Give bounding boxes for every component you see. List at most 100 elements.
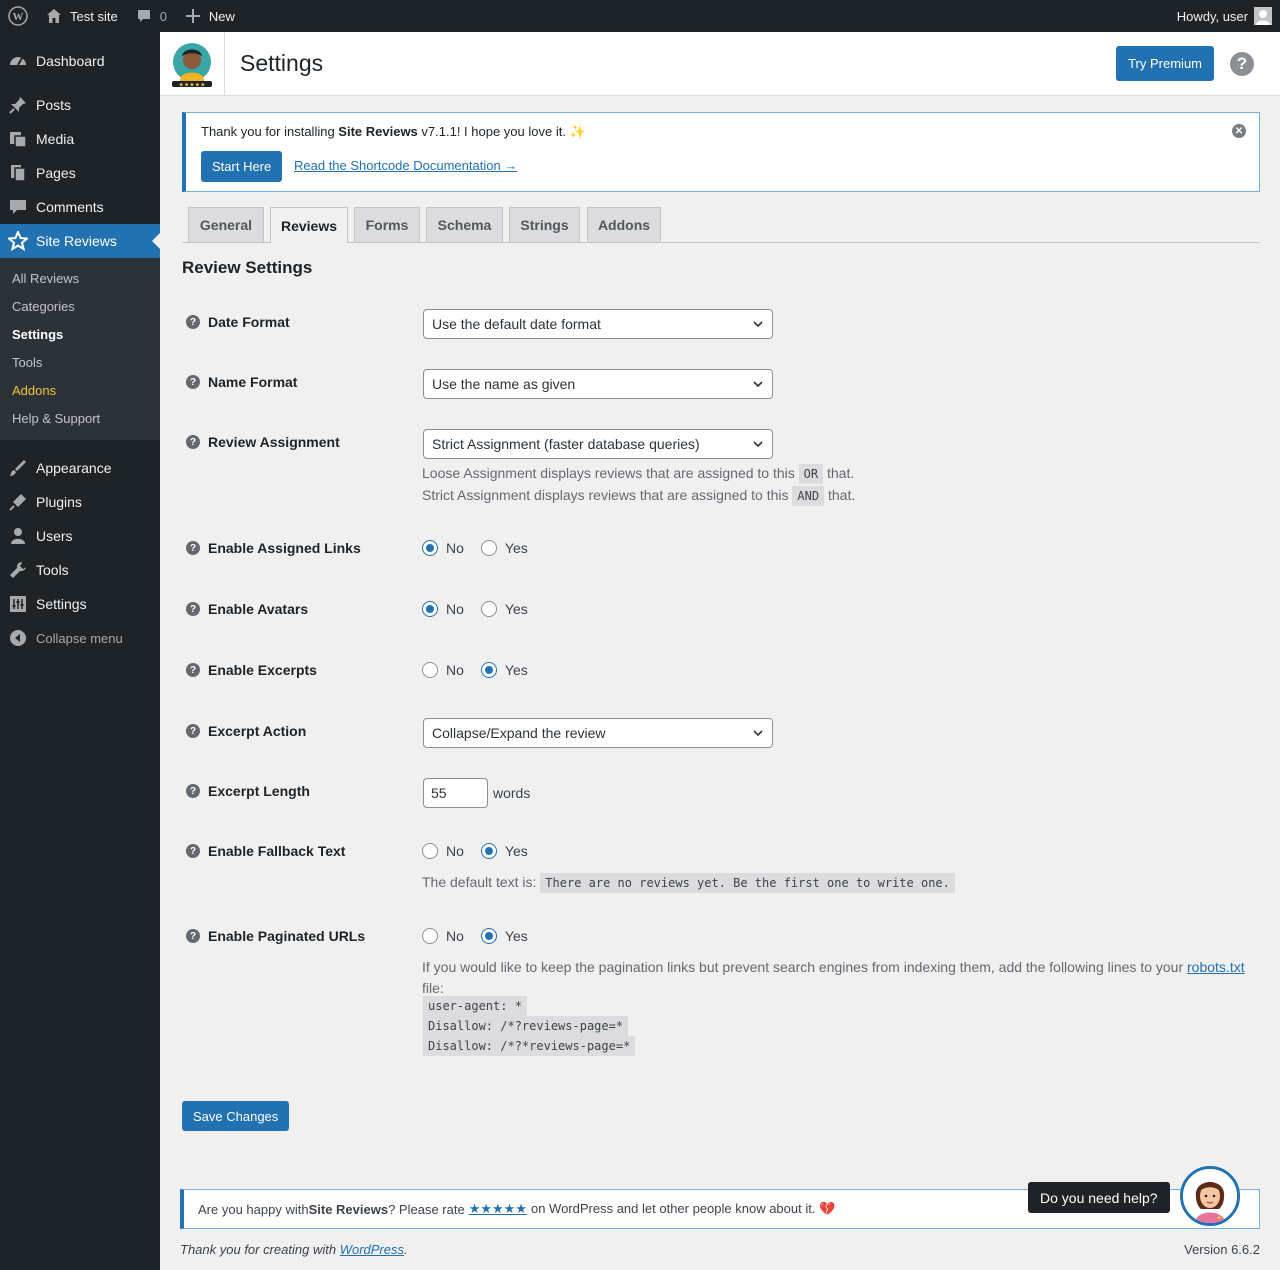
radio-button[interactable]	[422, 928, 438, 944]
radio-button[interactable]	[422, 843, 438, 859]
radio-yes[interactable]: Yes	[480, 601, 528, 617]
help-avatar-icon[interactable]: ★	[1180, 1166, 1240, 1226]
tab-forms[interactable]: Forms	[354, 207, 420, 242]
excerpt-length-input[interactable]: 55	[423, 778, 488, 808]
collapse-arrow-icon	[8, 628, 28, 648]
help-tooltip-icon[interactable]: ?	[186, 724, 200, 738]
name-format-select[interactable]: Use the name as given	[423, 369, 773, 399]
chevron-down-icon	[753, 730, 763, 737]
my-account[interactable]: Howdy, user	[1177, 7, 1280, 25]
help-tooltip-icon[interactable]: ?	[186, 844, 200, 858]
radio-button[interactable]	[422, 540, 438, 556]
radio-yes[interactable]: Yes	[480, 928, 528, 944]
help-tooltip-icon[interactable]: ?	[186, 375, 200, 389]
menu-users[interactable]: Users	[0, 519, 160, 553]
date-format-select[interactable]: Use the default date format	[423, 309, 773, 339]
brush-icon	[8, 458, 28, 478]
menu-dashboard[interactable]: Dashboard	[0, 44, 160, 78]
submenu-tools[interactable]: Tools	[0, 349, 160, 377]
start-here-button[interactable]: Start Here	[201, 151, 283, 182]
wordpress-logo-icon[interactable]: W	[0, 0, 36, 32]
radio-button[interactable]	[480, 540, 497, 556]
radio-button[interactable]	[480, 662, 497, 678]
robots-txt-link[interactable]: robots.txt	[1187, 959, 1245, 975]
review-assignment-select[interactable]: Strict Assignment (faster database queri…	[423, 429, 773, 459]
comments-link[interactable]: 0	[126, 0, 175, 32]
notice-plugin-name: Site Reviews	[338, 124, 418, 139]
menu-tools[interactable]: Tools	[0, 553, 160, 587]
submenu-settings[interactable]: Settings	[0, 321, 160, 349]
fallback-text-description: The default text is: There are no review…	[422, 872, 955, 894]
excerpt-length-label: ? Excerpt Length	[186, 783, 310, 799]
tab-schema[interactable]: Schema	[426, 207, 503, 242]
radio-label: Yes	[504, 928, 528, 944]
radio-no[interactable]: No	[422, 843, 464, 859]
radio-no[interactable]: No	[422, 601, 464, 617]
radio-yes[interactable]: Yes	[480, 843, 528, 859]
radio-label: No	[446, 601, 464, 617]
notice-text-after: v7.1.1! I hope you love it. ✨	[417, 124, 586, 139]
help-tooltip-icon[interactable]: ?	[186, 541, 200, 555]
try-premium-button[interactable]: Try Premium	[1116, 46, 1214, 81]
menu-media[interactable]: Media	[0, 122, 160, 156]
help-tooltip-icon[interactable]: ?	[186, 784, 200, 798]
radio-no[interactable]: No	[422, 928, 464, 944]
radio-no[interactable]: No	[422, 540, 464, 556]
menu-appearance[interactable]: Appearance	[0, 451, 160, 485]
excerpts-label: ? Enable Excerpts	[186, 662, 317, 678]
help-tooltip-icon[interactable]: ?	[186, 602, 200, 616]
help-tooltip-icon[interactable]: ?	[186, 435, 200, 449]
radio-button[interactable]	[422, 601, 438, 617]
tab-general[interactable]: General	[188, 207, 264, 242]
help-tooltip-icon[interactable]: ?	[186, 315, 200, 329]
site-name-link[interactable]: Test site	[36, 0, 126, 32]
help-bubble[interactable]: Do you need help?	[1028, 1182, 1170, 1213]
submenu-all-reviews[interactable]: All Reviews	[0, 265, 160, 293]
page-title: Settings	[240, 50, 324, 76]
assigned-links-label: ? Enable Assigned Links	[186, 540, 361, 556]
plugin-header: ★★★★★ Settings Try Premium ?	[160, 31, 1280, 96]
help-tooltip-icon[interactable]: ?	[186, 663, 200, 677]
dismiss-notice-icon[interactable]: ✕	[1232, 124, 1246, 138]
menu-settings[interactable]: Settings	[0, 587, 160, 621]
help-tooltip-icon[interactable]: ?	[186, 929, 200, 943]
radio-button[interactable]	[480, 843, 497, 859]
wordpress-link[interactable]: WordPress	[340, 1242, 404, 1257]
excerpt-action-label: ? Excerpt Action	[186, 723, 306, 739]
radio-button[interactable]	[422, 662, 438, 678]
radio-button[interactable]	[480, 928, 497, 944]
menu-pages[interactable]: Pages	[0, 156, 160, 190]
shortcode-docs-link[interactable]: Read the Shortcode Documentation →	[294, 158, 517, 173]
tab-addons[interactable]: Addons	[587, 207, 661, 242]
excerpt-length-unit: words	[493, 785, 531, 801]
new-content-link[interactable]: New	[175, 0, 243, 32]
rate-text: Are you happy with	[198, 1201, 309, 1217]
submenu-categories[interactable]: Categories	[0, 293, 160, 321]
menu-label: Media	[36, 131, 75, 147]
radio-label: Yes	[504, 843, 528, 859]
radio-label: No	[446, 843, 464, 859]
menu-plugins[interactable]: Plugins	[0, 485, 160, 519]
new-label: New	[208, 8, 235, 24]
rate-text: on WordPress and let other people know a…	[530, 1201, 836, 1216]
menu-label: Appearance	[36, 460, 112, 476]
user-icon	[8, 526, 28, 546]
radio-label: Yes	[504, 540, 528, 556]
save-changes-button[interactable]: Save Changes	[182, 1101, 290, 1131]
radio-button[interactable]	[480, 601, 497, 617]
radio-no[interactable]: No	[422, 662, 464, 678]
help-icon[interactable]: ?	[1230, 52, 1254, 76]
submenu-help-support[interactable]: Help & Support	[0, 405, 160, 433]
submenu-addons[interactable]: Addons	[0, 377, 160, 405]
menu-comments[interactable]: Comments	[0, 190, 160, 224]
radio-yes[interactable]: Yes	[480, 662, 528, 678]
radio-yes[interactable]: Yes	[480, 540, 528, 556]
collapse-menu-button[interactable]: Collapse menu	[0, 621, 160, 655]
field-label: Excerpt Length	[208, 783, 310, 799]
tab-reviews[interactable]: Reviews	[270, 207, 348, 243]
menu-posts[interactable]: Posts	[0, 88, 160, 122]
tab-strings[interactable]: Strings	[509, 207, 580, 242]
rate-stars-link[interactable]: ★★★★★	[469, 1201, 527, 1217]
excerpt-action-select[interactable]: Collapse/Expand the review	[423, 718, 773, 748]
menu-site-reviews[interactable]: Site Reviews	[0, 224, 160, 258]
